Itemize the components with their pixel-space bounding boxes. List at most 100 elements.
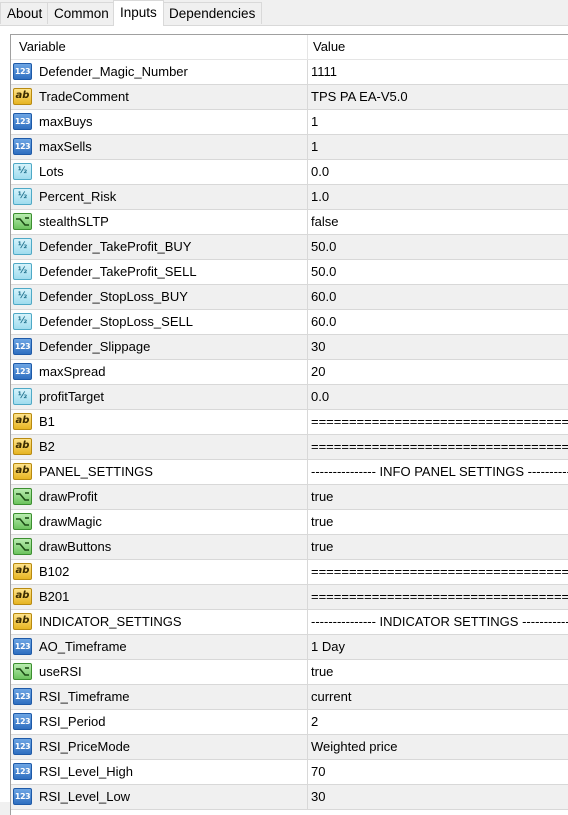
column-divider <box>307 760 308 785</box>
variable-value[interactable]: 0.0 <box>311 160 568 184</box>
variable-value[interactable]: ========================================… <box>311 410 568 434</box>
input-row[interactable]: drawButtons true <box>11 535 568 560</box>
input-row[interactable]: ab B102 ==================================… <box>11 560 568 585</box>
integer-type-icon: 123 <box>13 788 32 805</box>
variable-name: INDICATOR_SETTINGS <box>39 614 182 629</box>
variable-value[interactable]: true <box>311 510 568 534</box>
variable-value[interactable]: --------------- INDICATOR SETTINGS -----… <box>311 610 568 634</box>
input-row[interactable]: 123 Defender_Magic_Number 1111 <box>11 60 568 85</box>
variable-value[interactable]: 1111 <box>311 60 568 84</box>
input-row[interactable]: ½ Percent_Risk 1.0 <box>11 185 568 210</box>
column-divider <box>307 135 308 160</box>
variable-value[interactable]: 50.0 <box>311 235 568 259</box>
variable-name: Percent_Risk <box>39 189 117 204</box>
input-row[interactable]: ab TradeComment TPS PA EA-V5.0 <box>11 85 568 110</box>
column-divider <box>307 560 308 585</box>
double-type-icon: ½ <box>13 163 32 180</box>
input-row[interactable]: 123 Defender_Slippage 30 <box>11 335 568 360</box>
column-divider <box>307 360 308 385</box>
column-divider <box>307 210 308 235</box>
variable-value[interactable]: false <box>311 210 568 234</box>
variable-value[interactable]: 30 <box>311 785 568 809</box>
input-row[interactable]: ½ Defender_TakeProfit_BUY 50.0 <box>11 235 568 260</box>
column-divider[interactable] <box>307 35 308 59</box>
string-type-icon: ab <box>13 563 32 580</box>
double-type-icon: ½ <box>13 188 32 205</box>
string-type-icon: ab <box>13 588 32 605</box>
variable-value[interactable]: ========================================… <box>311 560 568 584</box>
input-row[interactable]: ab PANEL_SETTINGS --------------- INFO PAN… <box>11 460 568 485</box>
variable-value[interactable]: 70 <box>311 760 568 784</box>
variable-value[interactable]: ========================================… <box>311 585 568 609</box>
variable-value[interactable]: Weighted price <box>311 735 568 759</box>
input-rows: 123 Defender_Magic_Number 1111 ab TradeComme… <box>11 60 568 810</box>
input-row[interactable]: ab B2 ====================================… <box>11 435 568 460</box>
input-row[interactable]: ½ Defender_StopLoss_BUY 60.0 <box>11 285 568 310</box>
input-row[interactable]: 123 maxBuys 1 <box>11 110 568 135</box>
input-row[interactable]: ½ profitTarget 0.0 <box>11 385 568 410</box>
column-divider <box>307 385 308 410</box>
column-header-value[interactable]: Value <box>313 35 345 59</box>
input-row[interactable]: 123 maxSpread 20 <box>11 360 568 385</box>
input-row[interactable]: ab INDICATOR_SETTINGS --------------- INDI… <box>11 610 568 635</box>
variable-value[interactable]: 1 Day <box>311 635 568 659</box>
input-row[interactable]: 123 maxSells 1 <box>11 135 568 160</box>
column-divider <box>307 660 308 685</box>
column-divider <box>307 60 308 85</box>
input-row[interactable]: stealthSLTP false <box>11 210 568 235</box>
variable-value[interactable]: 60.0 <box>311 310 568 334</box>
input-row[interactable]: 123 RSI_Level_High 70 <box>11 760 568 785</box>
variable-value[interactable]: true <box>311 485 568 509</box>
variable-name: Defender_Magic_Number <box>39 64 188 79</box>
variable-name: stealthSLTP <box>39 214 109 229</box>
variable-value[interactable]: 50.0 <box>311 260 568 284</box>
tab-bar: About Common Inputs Dependencies <box>0 0 568 26</box>
input-row[interactable]: ½ Lots 0.0 <box>11 160 568 185</box>
column-divider <box>307 85 308 110</box>
variable-value[interactable]: true <box>311 535 568 559</box>
variable-value[interactable]: current <box>311 685 568 709</box>
tab-common[interactable]: Common <box>47 2 116 24</box>
variable-value[interactable]: ========================================… <box>311 435 568 459</box>
input-row[interactable]: 123 RSI_Timeframe current <box>11 685 568 710</box>
column-header-variable[interactable]: Variable <box>19 35 66 59</box>
variable-value[interactable]: 2 <box>311 710 568 734</box>
input-row[interactable]: useRSI true <box>11 660 568 685</box>
input-row[interactable]: 123 RSI_Period 2 <box>11 710 568 735</box>
tab-about[interactable]: About <box>0 2 50 24</box>
variable-name: RSI_Period <box>39 714 106 729</box>
variable-value[interactable]: 30 <box>311 335 568 359</box>
input-row[interactable]: drawProfit true <box>11 485 568 510</box>
column-divider <box>307 485 308 510</box>
tab-dependencies[interactable]: Dependencies <box>162 2 263 24</box>
input-row[interactable]: 123 AO_Timeframe 1 Day <box>11 635 568 660</box>
variable-name: profitTarget <box>39 389 105 404</box>
variable-value[interactable]: TPS PA EA-V5.0 <box>311 85 568 109</box>
tab-inputs[interactable]: Inputs <box>113 0 164 26</box>
variable-name: RSI_PriceMode <box>39 739 131 754</box>
variable-value[interactable]: 1 <box>311 135 568 159</box>
variable-value[interactable]: 60.0 <box>311 285 568 309</box>
input-row[interactable]: ½ Defender_TakeProfit_SELL 50.0 <box>11 260 568 285</box>
input-row[interactable]: 123 RSI_PriceMode Weighted price <box>11 735 568 760</box>
input-row[interactable]: ab B201 ==================================… <box>11 585 568 610</box>
column-divider <box>307 785 308 810</box>
input-row[interactable]: drawMagic true <box>11 510 568 535</box>
double-type-icon: ½ <box>13 263 32 280</box>
column-divider <box>307 635 308 660</box>
integer-type-icon: 123 <box>13 738 32 755</box>
variable-name: B1 <box>39 414 55 429</box>
variable-value[interactable]: 1.0 <box>311 185 568 209</box>
variable-value[interactable]: 1 <box>311 110 568 134</box>
variable-name: AO_Timeframe <box>39 639 127 654</box>
variable-name: drawProfit <box>39 489 98 504</box>
variable-value[interactable]: 20 <box>311 360 568 384</box>
input-row[interactable]: ab B1 ====================================… <box>11 410 568 435</box>
variable-value[interactable]: 0.0 <box>311 385 568 409</box>
variable-value[interactable]: true <box>311 660 568 684</box>
column-divider <box>307 610 308 635</box>
variable-value[interactable]: --------------- INFO PANEL SETTINGS ----… <box>311 460 568 484</box>
input-row[interactable]: ½ Defender_StopLoss_SELL 60.0 <box>11 310 568 335</box>
double-type-icon: ½ <box>13 238 32 255</box>
input-row[interactable]: 123 RSI_Level_Low 30 <box>11 785 568 810</box>
